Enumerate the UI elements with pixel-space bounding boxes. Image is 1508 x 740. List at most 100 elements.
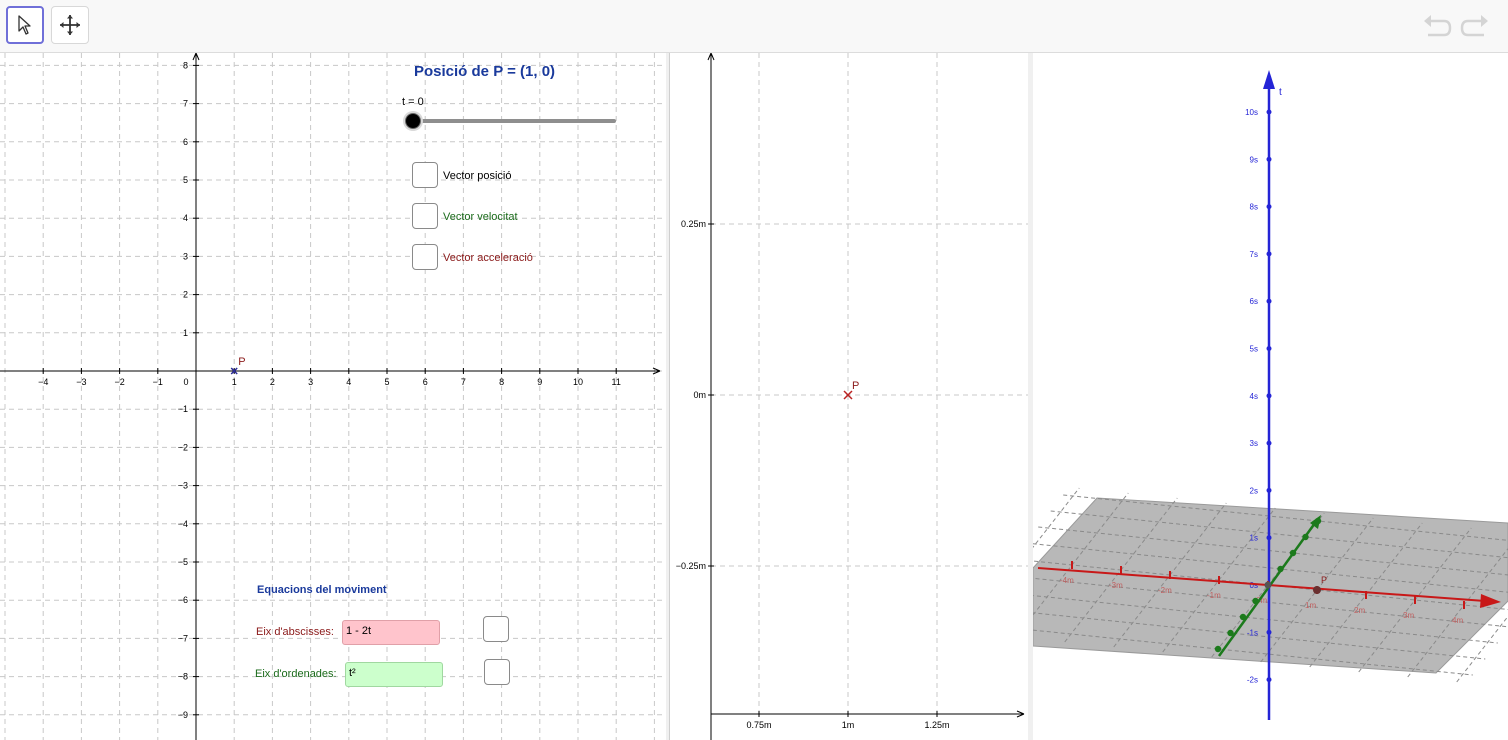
- y-tick: [1252, 597, 1259, 605]
- t-tick-label: 5s: [1250, 345, 1258, 354]
- redo-button[interactable]: [1460, 14, 1490, 40]
- x-equation-input[interactable]: 1 - 2t: [342, 620, 440, 645]
- t-tick: [1266, 204, 1272, 210]
- point-p-3d-label: P: [1321, 575, 1327, 585]
- t-tick-label: 3s: [1250, 439, 1258, 448]
- point-p-label: P: [852, 380, 859, 392]
- t-tick: [1266, 298, 1272, 304]
- slider-t-handle[interactable]: [405, 113, 421, 129]
- t-tick: [1266, 251, 1272, 257]
- y-tick-label: 4: [183, 213, 188, 223]
- y-equation-input[interactable]: t²: [345, 662, 443, 687]
- graphics-view-3d[interactable]: t 10s 9s 8s 7s 6s 5s 4s 3s 2s 1s 0s -1s -2s -4m -3m -2m -…: [1033, 53, 1508, 740]
- x-tick-label: -3m: [1109, 581, 1123, 590]
- equations-title: Equacions del moviment: [257, 584, 387, 596]
- y-tick-label: 1: [183, 328, 188, 338]
- t-tick: [1266, 109, 1272, 115]
- y-tick-label: −5: [178, 557, 188, 567]
- graphics-view-1[interactable]: −4 −3 −2 −1 0 1 2 3 4 5 6 7 8 9 10 11 1 2 3 4 5 6 7 8 −1 −2 −3 −4 −5…: [0, 53, 666, 740]
- y-equation-label: Eix d'ordenades:: [255, 668, 337, 680]
- redo-icon: [1460, 15, 1488, 37]
- t-axis-arrow: [1263, 70, 1275, 89]
- position-title: Posició de P = (1, 0): [414, 63, 556, 80]
- y-tick: [1239, 613, 1247, 621]
- t-tick: [1266, 677, 1272, 683]
- y-tick-label: −1: [178, 404, 188, 414]
- graphics-view-2-canvas[interactable]: 0.75m 1m 1.25m 0.25m 0m −0.25m P: [670, 53, 1028, 740]
- x-tick-label: 10: [573, 377, 583, 387]
- t-tick-label: 2s: [1250, 486, 1258, 495]
- x-tick-label: -1m: [1207, 591, 1221, 600]
- x-tick-label: 1.25m: [924, 720, 949, 730]
- toolbar: [0, 0, 1508, 53]
- checkbox-vector-velocity[interactable]: [412, 203, 438, 229]
- graphics-view-3d-canvas[interactable]: t 10s 9s 8s 7s 6s 5s 4s 3s 2s 1s 0s -1s -2s -4m -3m -2m -…: [1033, 53, 1508, 740]
- slider-t-track[interactable]: [413, 119, 616, 123]
- checkbox-y-equation[interactable]: [484, 659, 510, 685]
- point-p-3d: [1313, 586, 1321, 594]
- t-tick: [1266, 487, 1272, 493]
- y-tick-label: 8: [183, 60, 188, 70]
- y-tick: [1277, 565, 1284, 573]
- x-tick-label: 5: [384, 377, 389, 387]
- checkbox-vector-acceleration-label: Vector acceleració: [443, 252, 533, 264]
- y-tick-label: −7: [178, 633, 188, 643]
- y-tick-label: −9: [178, 710, 188, 720]
- point-p-label: P: [238, 356, 245, 368]
- y-tick-label: −0.25m: [676, 561, 706, 571]
- y-tick: [1302, 533, 1309, 541]
- x-tick-label: 8: [499, 377, 504, 387]
- x-tick-label: 6: [423, 377, 428, 387]
- t-tick: [1266, 440, 1272, 446]
- slider-t-label: t = 0: [402, 96, 424, 108]
- x-tick-label: 11: [612, 377, 621, 387]
- x-equation-label: Eix d'abscisses:: [256, 626, 334, 638]
- t-tick-label: 1s: [1250, 534, 1258, 543]
- t-tick-label: 9s: [1250, 155, 1258, 164]
- x-tick-label: −3: [76, 377, 86, 387]
- y-tick-label: 5: [183, 175, 188, 185]
- checkbox-vector-position-label: Vector posició: [443, 170, 512, 182]
- checkbox-vector-position[interactable]: [412, 162, 438, 188]
- y-tick-label: 6: [183, 137, 188, 147]
- y-tick-label: 3: [183, 251, 188, 261]
- x-tick-label: 2m: [1354, 606, 1365, 615]
- undo-button[interactable]: [1422, 14, 1452, 40]
- checkbox-vector-acceleration[interactable]: [412, 244, 438, 270]
- x-tick-label: 2: [270, 377, 275, 387]
- x-tick-label: −2: [114, 377, 124, 387]
- y-tick-label: −3: [178, 481, 188, 491]
- y-tick: [1314, 517, 1322, 525]
- t-tick-label: -2s: [1247, 676, 1258, 685]
- x-tick-label: 4m: [1452, 616, 1463, 625]
- x-tick-label: 1m: [842, 720, 855, 730]
- t-tick-label: 7s: [1250, 250, 1258, 259]
- y-tick-label: 0.25m: [681, 219, 706, 229]
- move-arrows-icon: [60, 15, 80, 35]
- x-tick-label: 7: [461, 377, 466, 387]
- x-tick-label: −1: [153, 377, 163, 387]
- move-tool-button[interactable]: [6, 6, 44, 44]
- x-tick-label: 1: [232, 377, 237, 387]
- t-tick-label: 6s: [1250, 297, 1258, 306]
- t-tick: [1266, 393, 1272, 399]
- x-tick-label: 3m: [1403, 611, 1414, 620]
- t-tick-label: 0s: [1250, 581, 1258, 590]
- y-tick: [1214, 645, 1222, 653]
- graphics-view-2[interactable]: 0.75m 1m 1.25m 0.25m 0m −0.25m P: [669, 53, 1029, 740]
- y-tick-label: −2: [178, 442, 188, 452]
- t-tick: [1266, 535, 1272, 541]
- t-tick: [1266, 629, 1272, 635]
- undo-icon: [1424, 15, 1452, 37]
- t-tick-label: -1s: [1247, 628, 1258, 637]
- t-tick: [1266, 156, 1272, 162]
- x-tick-label: 3: [308, 377, 313, 387]
- t-tick: [1266, 346, 1272, 351]
- x-tick-label: 4: [346, 377, 351, 387]
- y-tick-label: 7: [183, 99, 188, 109]
- x-tick-label: -2m: [1158, 586, 1172, 595]
- pointer-arrow-icon: [18, 15, 31, 35]
- move-graphics-view-button[interactable]: [51, 6, 89, 44]
- y-tick-label: −6: [178, 595, 188, 605]
- checkbox-x-equation[interactable]: [483, 616, 509, 642]
